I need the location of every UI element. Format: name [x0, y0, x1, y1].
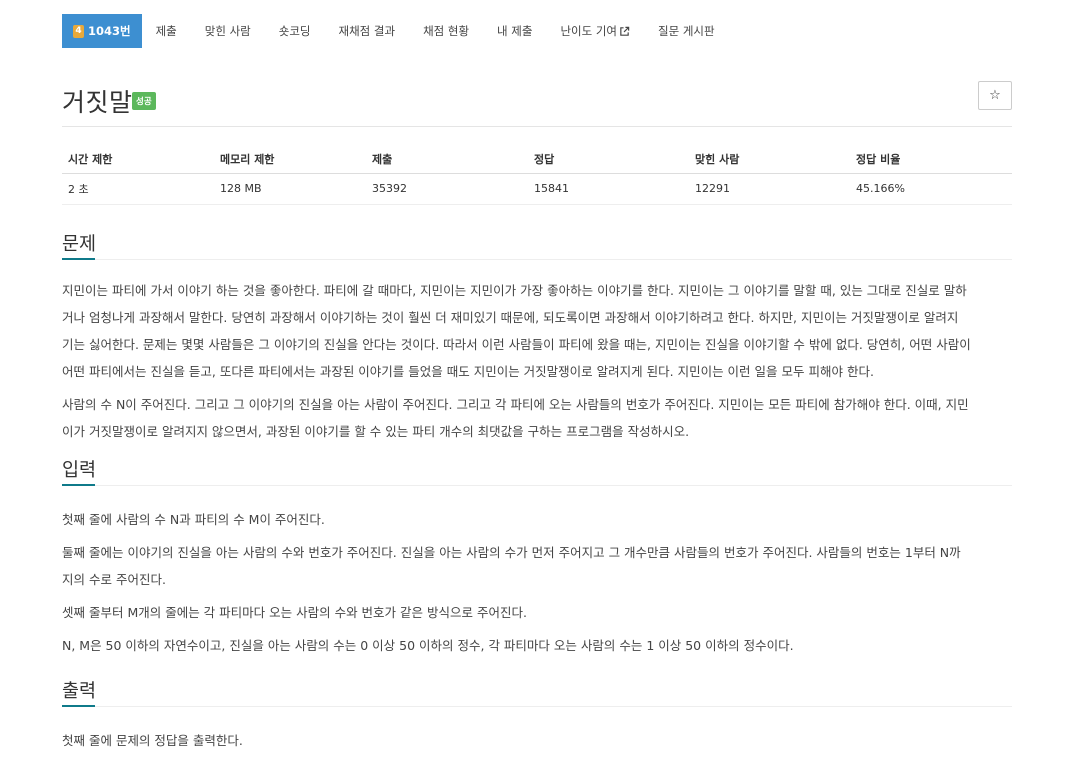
- input-section: 입력 첫째 줄에 사람의 수 N과 파티의 수 M이 주어진다. 둘째 줄에는 …: [62, 456, 1012, 659]
- section-title-output: 출력: [62, 681, 97, 702]
- star-icon: ☆: [989, 88, 1001, 103]
- text-line: 이가 거짓말쟁이로 알려지지 않으면서, 과장된 이야기를 할 수 있는 파티 …: [62, 424, 690, 439]
- section-header: 출력: [62, 677, 1012, 707]
- text-line: 둘째 줄에는 이야기의 진실을 아는 사람의 수와 번호가 주어진다. 진실을 …: [62, 545, 961, 560]
- problem-info-table: 시간 제한 메모리 제한 제출 정답 맞힌 사람 정답 비율 2 초 128 M…: [62, 145, 1012, 205]
- section-header: 입력: [62, 456, 1012, 486]
- table-header-row: 시간 제한 메모리 제한 제출 정답 맞힌 사람 정답 비율: [62, 145, 1012, 174]
- input-paragraph: 둘째 줄에는 이야기의 진실을 아는 사람의 수와 번호가 주어진다. 진실을 …: [62, 539, 1012, 593]
- tier-icon: 4: [73, 24, 84, 38]
- value-solved-users: 12291: [689, 173, 850, 205]
- tab-my-submissions[interactable]: 내 제출: [483, 14, 546, 48]
- problem-description: 지민이는 파티에 가서 이야기 하는 것을 좋아한다. 파티에 갈 때마다, 지…: [62, 260, 1012, 445]
- tab-rejudge-results[interactable]: 재채점 결과: [325, 14, 410, 48]
- tab-question-board[interactable]: 질문 게시판: [644, 14, 729, 48]
- table-row: 2 초 128 MB 35392 15841 12291 45.166%: [62, 173, 1012, 205]
- tab-short-coding[interactable]: 숏코딩: [265, 14, 325, 48]
- problem-header: 거짓말 성공 ☆: [62, 80, 1012, 127]
- header-time-limit: 시간 제한: [62, 145, 214, 174]
- tab-problem-label: 1043번: [88, 24, 131, 38]
- tab-solved-users[interactable]: 맞힌 사람: [191, 14, 265, 48]
- status-badge: 성공: [132, 92, 156, 110]
- external-link-icon: [620, 26, 630, 36]
- section-header: 문제: [62, 230, 1012, 260]
- problem-section: 문제 지민이는 파티에 가서 이야기 하는 것을 좋아한다. 파티에 갈 때마다…: [62, 230, 1012, 445]
- header-submissions: 제출: [366, 145, 528, 174]
- text-line: 지민이는 파티에 가서 이야기 하는 것을 좋아한다. 파티에 갈 때마다, 지…: [62, 283, 967, 298]
- tab-difficulty-contribution[interactable]: 난이도 기여: [546, 14, 644, 48]
- header-accept-ratio: 정답 비율: [850, 145, 1012, 174]
- header-solved-users: 맞힌 사람: [689, 145, 850, 174]
- value-submissions: 35392: [366, 173, 528, 205]
- value-time-limit: 2 초: [62, 173, 214, 205]
- text-line: 사람의 수 N이 주어진다. 그리고 그 이야기의 진실을 아는 사람이 주어진…: [62, 397, 969, 412]
- input-description: 첫째 줄에 사람의 수 N과 파티의 수 M이 주어진다. 둘째 줄에는 이야기…: [62, 486, 1012, 659]
- text-line: 거나 엄청나게 과장해서 말한다. 당연히 과장해서 이야기하는 것이 훨씬 더…: [62, 310, 959, 325]
- tab-judge-status[interactable]: 채점 현황: [409, 14, 483, 48]
- tab-submit[interactable]: 제출: [142, 14, 191, 48]
- favorite-star-button[interactable]: ☆: [978, 81, 1012, 110]
- output-section: 출력 첫째 줄에 문제의 정답을 출력한다.: [62, 677, 1012, 754]
- input-paragraph: 셋째 줄부터 M개의 줄에는 각 파티마다 오는 사람의 수와 번호가 같은 방…: [62, 605, 527, 620]
- value-accepted: 15841: [528, 173, 689, 205]
- output-description: 첫째 줄에 문제의 정답을 출력한다.: [62, 707, 1012, 754]
- problem-nav: 4 1043번 제출 맞힌 사람 숏코딩 재채점 결과 채점 현황 내 제출 난…: [62, 14, 729, 48]
- text-line: 지의 수로 주어진다.: [62, 572, 166, 587]
- input-paragraph: N, M은 50 이하의 자연수이고, 진실을 아는 사람의 수는 0 이상 5…: [62, 638, 794, 653]
- page-title: 거짓말: [62, 88, 133, 117]
- section-underline: [62, 484, 95, 486]
- problem-paragraph: 지민이는 파티에 가서 이야기 하는 것을 좋아한다. 파티에 갈 때마다, 지…: [62, 277, 1012, 385]
- section-underline: [62, 705, 95, 707]
- header-accepted: 정답: [528, 145, 689, 174]
- section-title-problem: 문제: [62, 234, 97, 255]
- problem-paragraph: 사람의 수 N이 주어진다. 그리고 그 이야기의 진실을 아는 사람이 주어진…: [62, 391, 1012, 445]
- value-memory-limit: 128 MB: [214, 173, 366, 205]
- text-line: 기는 싫어한다. 문제는 몇몇 사람들은 그 이야기의 진실을 안다는 것이다.…: [62, 337, 971, 352]
- output-paragraph: 첫째 줄에 문제의 정답을 출력한다.: [62, 733, 243, 748]
- text-line: 어떤 파티에서는 진실을 듣고, 또다른 파티에서는 과장된 이야기를 들었을 …: [62, 364, 874, 379]
- section-underline: [62, 258, 95, 260]
- section-title-input: 입력: [62, 460, 97, 481]
- header-memory-limit: 메모리 제한: [214, 145, 366, 174]
- input-paragraph: 첫째 줄에 사람의 수 N과 파티의 수 M이 주어진다.: [62, 512, 325, 527]
- value-accept-ratio: 45.166%: [850, 173, 1012, 205]
- tab-difficulty-contribution-label: 난이도 기여: [560, 24, 618, 38]
- tab-problem[interactable]: 4 1043번: [62, 14, 142, 48]
